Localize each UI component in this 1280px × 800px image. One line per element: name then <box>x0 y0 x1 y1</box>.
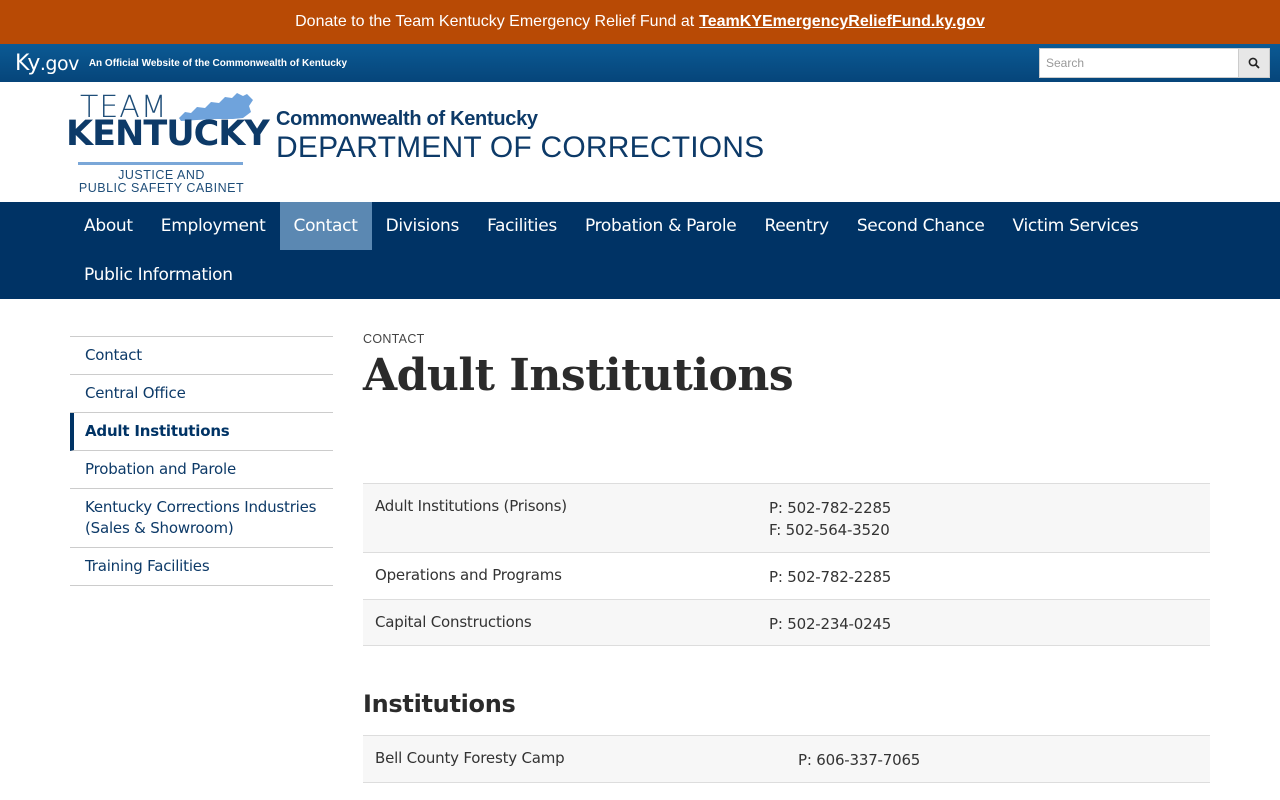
contact-numbers: P: 502-234-0245 <box>769 615 892 633</box>
sidebar-item-contact[interactable]: Contact <box>70 337 333 375</box>
banner-text: Donate to the Team Kentucky Emergency Re… <box>295 13 695 30</box>
search-form <box>1039 48 1270 78</box>
sidebar-item-training-facilities[interactable]: Training Facilities <box>70 548 333 586</box>
sidebar-item-corrections-industries[interactable]: Kentucky Corrections Industries (Sales &… <box>70 489 333 548</box>
contacts-table: Adult Institutions (Prisons) P: 502-782-… <box>363 483 1210 646</box>
sidebar-item-adult-institutions[interactable]: Adult Institutions <box>70 413 333 451</box>
sidebar-item-probation-parole[interactable]: Probation and Parole <box>70 451 333 489</box>
search-icon <box>1248 57 1260 69</box>
table-row: Adult Institutions (Prisons) P: 502-782-… <box>363 484 1210 553</box>
search-input[interactable] <box>1039 48 1238 78</box>
table-row: Bell County Foresty Camp P: 606-337-7065 <box>363 736 1210 783</box>
contact-numbers: P: 502-782-2285 F: 502-564-3520 <box>769 499 892 539</box>
institutions-heading: Institutions <box>363 690 516 718</box>
nav-employment[interactable]: Employment <box>147 202 280 250</box>
sidebar-item-central-office[interactable]: Central Office <box>70 375 333 413</box>
nav-divisions[interactable]: Divisions <box>372 202 474 250</box>
breadcrumb: CONTACT <box>363 332 425 346</box>
page-title: Adult Institutions <box>363 350 794 401</box>
institution-numbers: P: 606-337-7065 <box>798 751 921 769</box>
official-website-tagline: An Official Website of the Commonwealth … <box>88 57 348 69</box>
department-title[interactable]: DEPARTMENT OF CORRECTIONS <box>276 131 764 165</box>
nav-row-2: Public Information <box>70 251 247 299</box>
contact-numbers: P: 502-782-2285 <box>769 568 892 586</box>
institutions-table: Bell County Foresty Camp P: 606-337-7065 <box>363 735 1210 783</box>
site-titles: Commonwealth of Kentucky DEPARTMENT OF C… <box>276 108 764 165</box>
nav-about[interactable]: About <box>70 202 147 250</box>
search-button[interactable] <box>1238 48 1270 78</box>
site-header: TEAM KENTUCKY JUSTICE AND PUBLIC SAFETY … <box>0 82 1280 202</box>
logo-divider <box>78 162 243 165</box>
contact-name: Adult Institutions (Prisons) <box>375 497 567 515</box>
logo-cabinet-name: JUSTICE AND PUBLIC SAFETY CABINET <box>78 168 245 195</box>
table-row: Operations and Programs P: 502-782-2285 <box>363 553 1210 600</box>
commonwealth-title[interactable]: Commonwealth of Kentucky <box>276 108 764 131</box>
nav-contact[interactable]: Contact <box>279 202 372 250</box>
institution-name: Bell County Foresty Camp <box>375 749 565 767</box>
contact-name: Capital Constructions <box>375 613 532 631</box>
kygov-logo[interactable]: Ky.gov <box>15 51 79 76</box>
nav-row-1: About Employment Contact Divisions Facil… <box>70 202 1152 250</box>
main-nav: About Employment Contact Divisions Facil… <box>0 202 1280 299</box>
contact-name: Operations and Programs <box>375 566 562 584</box>
nav-victim-services[interactable]: Victim Services <box>999 202 1153 250</box>
nav-facilities[interactable]: Facilities <box>473 202 571 250</box>
donation-banner: Donate to the Team Kentucky Emergency Re… <box>0 0 1280 44</box>
team-kentucky-logo[interactable]: TEAM KENTUCKY JUSTICE AND PUBLIC SAFETY … <box>64 90 270 198</box>
table-row: Capital Constructions P: 502-234-0245 <box>363 600 1210 646</box>
sidebar-nav: Contact Central Office Adult Institution… <box>70 336 333 586</box>
relief-fund-link[interactable]: TeamKYEmergencyReliefFund.ky.gov <box>699 13 985 31</box>
nav-second-chance[interactable]: Second Chance <box>843 202 999 250</box>
nav-probation-parole[interactable]: Probation & Parole <box>571 202 751 250</box>
nav-public-information[interactable]: Public Information <box>70 251 247 299</box>
kygov-bar: Ky.gov An Official Website of the Common… <box>0 44 1280 82</box>
nav-reentry[interactable]: Reentry <box>750 202 842 250</box>
